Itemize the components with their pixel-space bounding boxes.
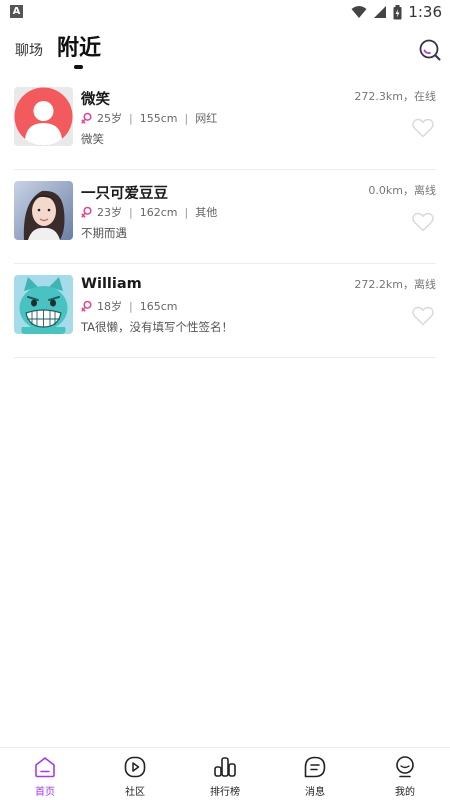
avatar[interactable]: [14, 87, 73, 146]
wifi-icon: [351, 6, 367, 18]
nav-label: 社区: [125, 787, 145, 798]
nav-label: 首页: [35, 787, 55, 798]
tab-active-indicator: [74, 65, 83, 69]
heart-icon[interactable]: [412, 118, 434, 138]
user-distance-status: 0.0km，离线: [368, 184, 436, 197]
nav-item-profile[interactable]: 我的: [360, 748, 450, 800]
list-item[interactable]: William 18岁 | 165cm TA很懒，没有填写个性签名！ 272.2…: [14, 264, 436, 358]
profile-icon: [396, 756, 414, 778]
user-meta: 25岁 | 155cm | 网红: [81, 110, 217, 126]
search-icon[interactable]: [418, 38, 442, 62]
avatar[interactable]: [14, 275, 73, 334]
nav-label: 我的: [395, 787, 415, 798]
status-icons: 1:36: [351, 2, 442, 22]
user-height: 162cm: [139, 205, 178, 219]
user-meta: 23岁 | 162cm | 其他: [81, 204, 217, 220]
nav-item-messages[interactable]: 消息: [270, 748, 360, 800]
signal-icon: [374, 6, 387, 18]
nav-label: 排行榜: [210, 787, 240, 798]
tab-nearby[interactable]: 附近: [57, 30, 101, 62]
battery-icon: [393, 4, 402, 19]
user-signature: TA很懒，没有填写个性签名！: [81, 320, 233, 334]
user-height: 155cm: [139, 111, 178, 125]
user-tag: 网红: [195, 112, 218, 125]
nearby-user-list: 微笑 25岁 | 155cm | 网红 微笑 272.3km，在线 一只可爱豆豆…: [0, 76, 450, 358]
status-bar: A 1:36: [0, 0, 450, 24]
female-icon: [81, 206, 92, 218]
notification-a-icon: A: [10, 5, 23, 18]
list-item[interactable]: 一只可爱豆豆 23岁 | 162cm | 其他 不期而遇 0.0km，离线: [14, 170, 436, 264]
top-header: 聊场 附近: [0, 28, 450, 74]
user-name: William: [81, 276, 142, 292]
user-signature: 不期而遇: [81, 226, 127, 240]
status-time: 1:36: [408, 3, 442, 21]
message-icon: [304, 756, 326, 778]
female-icon: [81, 300, 92, 312]
community-icon: [124, 756, 146, 778]
nav-item-home[interactable]: 首页: [0, 748, 90, 800]
tab-chat[interactable]: 聊场: [15, 40, 43, 60]
home-icon: [35, 757, 55, 778]
ranking-icon: [214, 757, 236, 777]
meta-separator: |: [184, 111, 189, 125]
avatar[interactable]: [14, 181, 73, 240]
meta-separator: |: [129, 205, 133, 219]
user-age: 23岁: [97, 206, 122, 219]
user-name: 微笑: [81, 92, 110, 108]
bottom-nav: 首页 社区 排行榜 消息 我的: [0, 747, 450, 800]
nav-item-ranking[interactable]: 排行榜: [180, 748, 270, 800]
nav-item-community[interactable]: 社区: [90, 748, 180, 800]
meta-separator: |: [129, 299, 133, 313]
user-distance-status: 272.2km，离线: [354, 278, 436, 291]
user-signature: 微笑: [81, 132, 104, 146]
meta-separator: |: [129, 111, 133, 125]
user-name: 一只可爱豆豆: [81, 186, 168, 202]
user-tag: 其他: [195, 206, 218, 219]
user-age: 25岁: [97, 112, 122, 125]
user-age: 18岁: [97, 300, 122, 313]
list-item[interactable]: 微笑 25岁 | 155cm | 网红 微笑 272.3km，在线: [14, 76, 436, 170]
user-height: 165cm: [139, 299, 178, 313]
user-meta: 18岁 | 165cm: [81, 298, 177, 314]
meta-separator: |: [184, 205, 189, 219]
heart-icon[interactable]: [412, 306, 434, 326]
heart-icon[interactable]: [412, 212, 434, 232]
female-icon: [81, 112, 92, 124]
nav-label: 消息: [305, 787, 325, 798]
user-distance-status: 272.3km，在线: [354, 90, 436, 103]
